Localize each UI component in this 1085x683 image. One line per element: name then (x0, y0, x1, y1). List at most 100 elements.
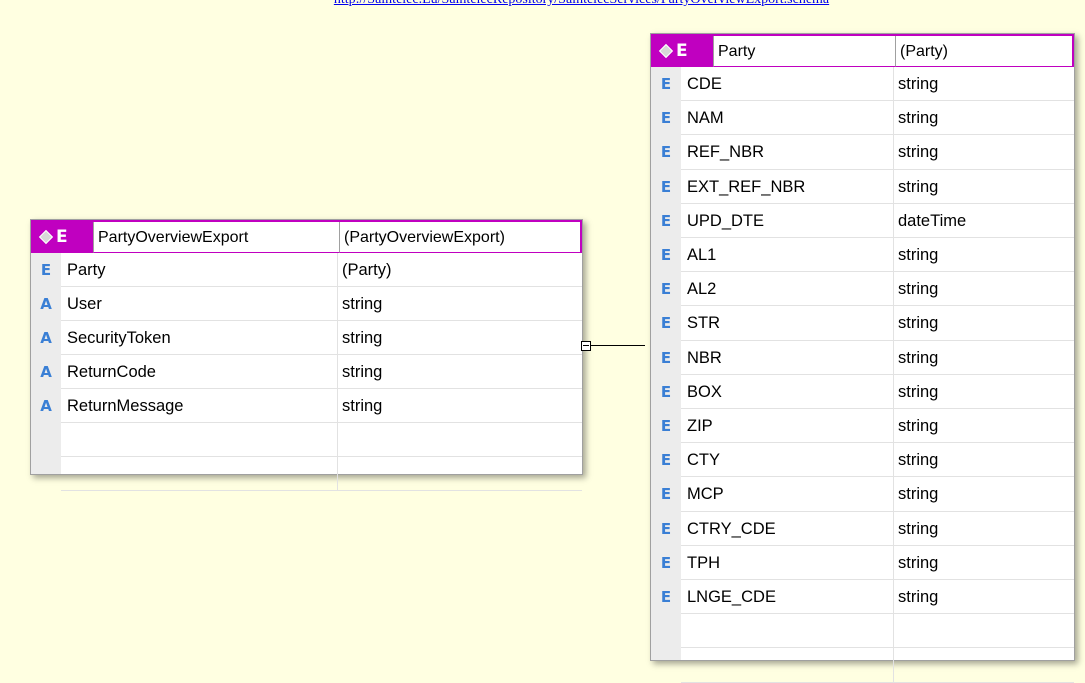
element-icon: E (660, 588, 672, 606)
row-type: string (337, 287, 582, 320)
row-type: string (893, 409, 1074, 443)
table-row[interactable]: E ZIP string (661, 409, 1074, 444)
row-type: string (893, 511, 1074, 545)
row-type: string (893, 169, 1074, 203)
table-row[interactable]: E EXT_REF_NBR string (661, 169, 1074, 204)
element-icon: E (660, 348, 672, 367)
row-type: string (893, 67, 1074, 101)
element-icon: E (660, 280, 672, 299)
element-icon: E (40, 261, 52, 279)
row-type: string (893, 477, 1074, 511)
row-name: BOX (687, 382, 722, 401)
table-row[interactable]: E REF_NBR string (661, 135, 1074, 170)
row-name: CTRY_CDE (687, 519, 776, 538)
row-name: SecurityToken (67, 329, 171, 347)
row-type: string (893, 374, 1074, 408)
table-row[interactable]: A SecurityToken string (40, 321, 582, 355)
table-row[interactable]: E LNGE_CDE string (661, 580, 1074, 615)
diamond-icon (658, 43, 674, 58)
element-icon: E (660, 314, 672, 333)
empty-cell (337, 457, 582, 490)
element-icon: E (660, 109, 672, 128)
table-row[interactable]: E AL2 string (661, 272, 1074, 307)
row-type: string (893, 443, 1074, 477)
table-header[interactable]: E Party (Party) (651, 34, 1074, 67)
row-name: CTY (687, 451, 720, 470)
table-body: E CDE string E NAM string E REF_NBR string E EXT_R… (661, 67, 1074, 683)
element-icon: E (660, 177, 672, 196)
table-row[interactable]: E STR string (661, 306, 1074, 341)
row-name: EXT_REF_NBR (687, 177, 806, 196)
table-row[interactable]: E TPH string (661, 545, 1074, 580)
row-type: string (893, 101, 1074, 135)
row-type: string (893, 272, 1074, 306)
table-row[interactable]: E UPD_DTE dateTime (661, 203, 1074, 238)
table-row[interactable]: A ReturnCode string (40, 355, 582, 389)
row-name: MCP (687, 485, 724, 504)
empty-cell (893, 648, 1074, 682)
row-type: dateTime (893, 203, 1074, 237)
table-body: E Party (Party) A User string A SecurityToken st… (40, 253, 582, 491)
table-row[interactable]: E CTRY_CDE string (661, 511, 1074, 546)
attribute-icon: A (40, 363, 52, 381)
table-header-name: PartyOverviewExport (93, 222, 339, 253)
row-name: LNGE_CDE (687, 588, 776, 606)
row-name: ZIP (687, 417, 713, 435)
row-type: string (893, 306, 1074, 340)
party-table[interactable]: E Party (Party) E CDE string E NAM string E REF… (650, 33, 1075, 683)
table-row[interactable]: E NBR string (661, 340, 1074, 375)
row-type: string (893, 580, 1074, 614)
element-icon: E (660, 211, 672, 230)
row-type: string (893, 340, 1074, 374)
element-icon: E (676, 40, 688, 61)
element-icon: E (660, 75, 672, 93)
table-row[interactable]: E CDE string (661, 67, 1074, 102)
element-icon: E (660, 519, 672, 538)
element-icon: E (660, 553, 672, 572)
row-name: CDE (687, 75, 722, 93)
element-icon: E (660, 417, 672, 435)
row-type: string (893, 545, 1074, 579)
row-type: string (893, 238, 1074, 272)
table-row[interactable]: E BOX string (661, 374, 1074, 409)
empty-row (681, 648, 1074, 683)
row-name: NAM (687, 109, 724, 128)
row-name: UPD_DTE (687, 211, 765, 230)
connector-line (591, 345, 645, 346)
empty-row (61, 423, 582, 457)
element-icon: E (660, 382, 672, 401)
empty-row (61, 457, 582, 491)
row-name: Party (67, 261, 106, 279)
collapse-toggle-icon[interactable] (581, 341, 591, 351)
row-name: REF_NBR (687, 143, 765, 162)
row-name: STR (687, 314, 720, 333)
schema-url-link[interactable]: http://Saintelec.Lu/SaintelecRepository/… (0, 0, 1085, 8)
attribute-icon: A (40, 397, 52, 415)
table-header[interactable]: E PartyOverviewExport (PartyOverviewExpo… (31, 220, 582, 253)
table-row[interactable]: A User string (40, 287, 582, 321)
row-type: (Party) (337, 253, 582, 286)
diamond-icon (38, 229, 54, 244)
table-header-type: (Party) (895, 36, 1074, 67)
table-row[interactable]: E AL1 string (661, 238, 1074, 273)
row-name: TPH (687, 553, 720, 572)
element-icon: E (660, 246, 672, 264)
row-type: string (337, 389, 582, 422)
table-row[interactable]: E CTY string (661, 443, 1074, 478)
element-icon: E (56, 226, 68, 247)
attribute-icon: A (40, 295, 52, 313)
table-row[interactable]: E MCP string (661, 477, 1074, 512)
table-row[interactable]: E NAM string (661, 101, 1074, 136)
empty-cell (337, 423, 582, 456)
row-name: AL2 (687, 280, 717, 299)
element-icon: E (660, 143, 672, 162)
table-header-type: (PartyOverviewExport) (339, 222, 582, 253)
row-name: AL1 (687, 246, 717, 264)
row-type: string (337, 321, 582, 354)
attribute-icon: A (40, 329, 52, 347)
table-row[interactable]: E Party (Party) (41, 253, 582, 287)
party-overview-export-table[interactable]: E PartyOverviewExport (PartyOverviewExpo… (30, 219, 583, 491)
table-header-name: Party (713, 36, 895, 67)
element-icon: E (660, 451, 672, 470)
table-row[interactable]: A ReturnMessage string (40, 389, 582, 423)
